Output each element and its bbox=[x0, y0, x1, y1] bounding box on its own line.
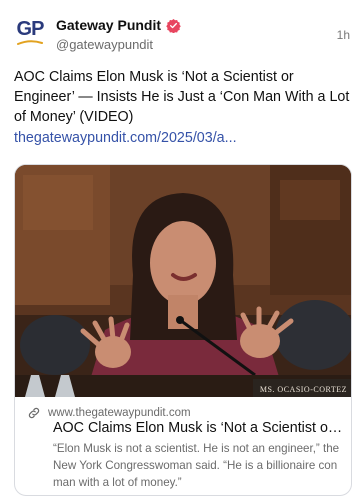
post-timestamp[interactable]: 1h bbox=[337, 28, 350, 42]
avatar-logo-text: GP bbox=[16, 17, 45, 40]
link-icon bbox=[28, 407, 40, 419]
author-handle[interactable]: @gatewaypundit bbox=[56, 37, 181, 52]
hearing-photo bbox=[15, 165, 351, 397]
avatar[interactable]: GP bbox=[14, 16, 46, 48]
card-title[interactable]: AOC Claims Elon Musk is ‘Not a Scientist… bbox=[53, 420, 343, 436]
card-domain: www.thegatewaypundit.com bbox=[48, 407, 191, 419]
logo-swoosh-icon bbox=[17, 39, 43, 45]
card-description: “Elon Musk is not a scientist. He is not… bbox=[53, 442, 340, 489]
author-name[interactable]: Gateway Pundit bbox=[56, 17, 161, 33]
card-image: MS. OCASIO-CORTEZ bbox=[15, 165, 351, 397]
post-text: AOC Claims Elon Musk is ‘Not a Scientist… bbox=[14, 69, 350, 125]
post-link[interactable]: thegatewaypundit.com/2025/03/a... bbox=[14, 130, 237, 146]
verified-badge-icon bbox=[166, 18, 181, 33]
author-block: Gateway Pundit @gatewaypundit bbox=[56, 17, 181, 52]
image-caption-text: MS. OCASIO-CORTEZ bbox=[259, 385, 347, 394]
link-preview-card[interactable]: MS. OCASIO-CORTEZ www.thegatewaypundit.c… bbox=[14, 164, 352, 496]
social-post: GP Gateway Pundit @gatewaypundit 1h AOC … bbox=[0, 0, 364, 500]
